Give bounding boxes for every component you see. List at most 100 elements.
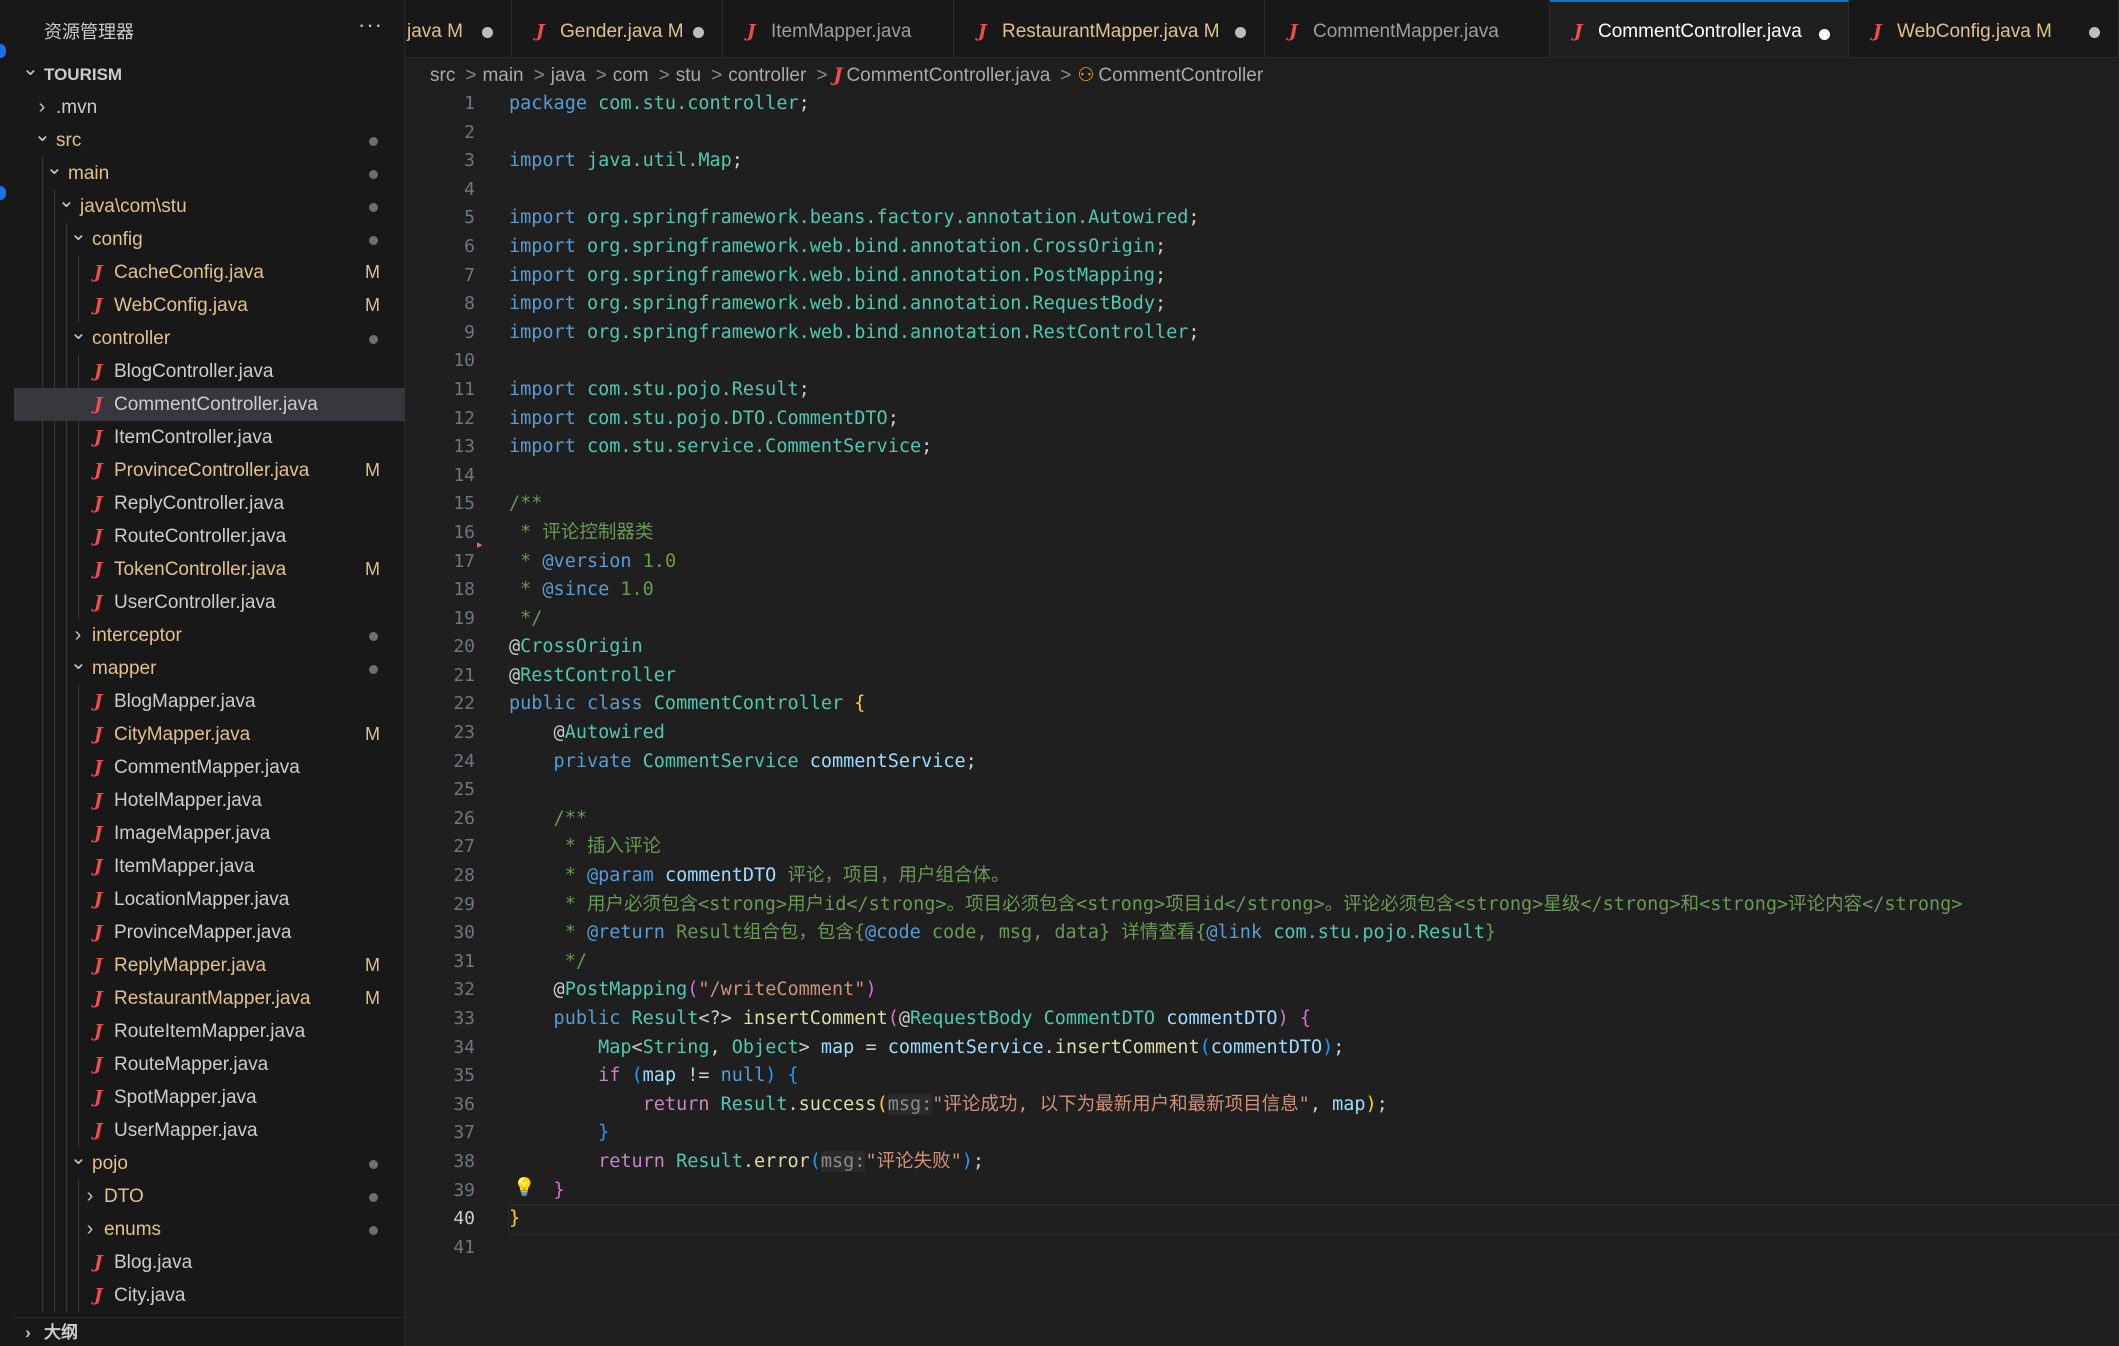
code-line[interactable]: import org.springframework.web.bind.anno…: [509, 319, 2109, 348]
code-line[interactable]: @RestController: [509, 662, 2109, 691]
code-line[interactable]: package com.stu.controller;: [509, 90, 2109, 119]
code-line[interactable]: @PostMapping("/writeComment"): [509, 976, 2109, 1005]
code-line[interactable]: public class CommentController {: [509, 690, 2109, 719]
code-line[interactable]: */: [509, 948, 2109, 977]
code-line[interactable]: import org.springframework.beans.factory…: [509, 204, 2109, 233]
unsaved-dot-icon[interactable]: [2089, 27, 2100, 38]
code-editor[interactable]: 1 2 3 4 5 6 7 8 9 10 11 12 13 14 15 16 17 18 19 20 21 22 23 24 2…: [405, 90, 2119, 1346]
unsaved-dot-icon[interactable]: [482, 27, 493, 38]
code-line[interactable]: import org.springframework.web.bind.anno…: [509, 290, 2109, 319]
breadcrumb-file[interactable]: CommentController.java: [846, 65, 1050, 86]
code-line[interactable]: * @since 1.0: [509, 576, 2109, 605]
tab-gender-java[interactable]: J Gender.java M: [512, 0, 723, 57]
folder-item[interactable]: › enums: [14, 1213, 405, 1246]
breadcrumb-item[interactable]: com: [613, 65, 649, 86]
breadcrumb-item[interactable]: java: [551, 65, 586, 86]
code-line[interactable]: [509, 176, 2109, 205]
file-item[interactable]: J City.java: [14, 1279, 405, 1312]
file-item[interactable]: J ProvinceController.java M: [14, 454, 405, 487]
folder-item[interactable]: ⌄ mapper: [14, 652, 405, 685]
code-line[interactable]: import com.stu.pojo.Result;: [509, 376, 2109, 405]
tab-webconfig-java[interactable]: J WebConfig.java M: [1849, 0, 2119, 57]
file-item[interactable]: J RouteItemMapper.java: [14, 1015, 405, 1048]
file-item[interactable]: J BlogController.java: [14, 355, 405, 388]
code-line[interactable]: [509, 776, 2109, 805]
tab-commentmapper-java[interactable]: J CommentMapper.java: [1265, 0, 1550, 57]
unsaved-dot-icon[interactable]: [1819, 29, 1830, 40]
code-line[interactable]: public Result<?> insertComment(@RequestB…: [509, 1005, 2109, 1034]
folder-item[interactable]: ⌄ config: [14, 223, 405, 256]
folder-item[interactable]: ⌄ controller: [14, 322, 405, 355]
tab-java[interactable]: java M: [405, 0, 512, 57]
tab-commentcontroller-java[interactable]: J CommentController.java: [1550, 0, 1849, 57]
unsaved-dot-icon[interactable]: [693, 27, 704, 38]
file-item[interactable]: J ReplyController.java: [14, 487, 405, 520]
unsaved-dot-icon[interactable]: [1235, 27, 1246, 38]
file-item[interactable]: J ItemMapper.java: [14, 850, 405, 883]
file-item[interactable]: J CacheConfig.java M: [14, 256, 405, 289]
lightbulb-icon[interactable]: 💡: [513, 1177, 535, 1198]
file-item[interactable]: J ProvinceMapper.java: [14, 916, 405, 949]
code-line[interactable]: */: [509, 605, 2109, 634]
more-actions-icon[interactable]: ···: [358, 12, 383, 38]
code-line[interactable]: /**: [509, 805, 2109, 834]
breadcrumb-symbol[interactable]: CommentController: [1098, 65, 1263, 86]
code-line[interactable]: [509, 1234, 2109, 1263]
code-line[interactable]: * 评论控制器类: [509, 519, 2109, 548]
code-line[interactable]: import org.springframework.web.bind.anno…: [509, 233, 2109, 262]
code-line[interactable]: import com.stu.service.CommentService;: [509, 433, 2109, 462]
code-line[interactable]: import java.util.Map;: [509, 147, 2109, 176]
code-line[interactable]: [509, 347, 2109, 376]
file-item[interactable]: J CommentMapper.java: [14, 751, 405, 784]
code-line[interactable]: import com.stu.pojo.DTO.CommentDTO;: [509, 405, 2109, 434]
code-line[interactable]: return Result.error(msg:"评论失败");: [509, 1148, 2109, 1177]
file-item[interactable]: J BlogMapper.java: [14, 685, 405, 718]
code-line[interactable]: [509, 462, 2109, 491]
code-line[interactable]: /**: [509, 490, 2109, 519]
file-item[interactable]: J TokenController.java M: [14, 553, 405, 586]
tab-restaurantmapper-java[interactable]: J RestaurantMapper.java M: [954, 0, 1265, 57]
code-line[interactable]: * 用户必须包含<strong>用户id</strong>。项目必须包含<str…: [509, 891, 2109, 920]
outline-section[interactable]: › 大纲: [14, 1317, 405, 1346]
code-line[interactable]: }: [509, 1177, 2109, 1206]
file-item[interactable]: J Blog.java: [14, 1246, 405, 1279]
folder-item[interactable]: ⌄ src: [14, 124, 405, 157]
code-line[interactable]: }: [509, 1119, 2109, 1148]
file-item[interactable]: J ImageMapper.java: [14, 817, 405, 850]
code-line[interactable]: @CrossOrigin: [509, 633, 2109, 662]
breadcrumb-item[interactable]: stu: [676, 65, 701, 86]
folder-item[interactable]: › DTO: [14, 1180, 405, 1213]
file-item[interactable]: J RouteMapper.java: [14, 1048, 405, 1081]
file-item[interactable]: J UserController.java: [14, 586, 405, 619]
code-line[interactable]: if (map != null) {: [509, 1062, 2109, 1091]
code-line[interactable]: Map<String, Object> map = commentService…: [509, 1034, 2109, 1063]
tab-itemmapper-java[interactable]: J ItemMapper.java: [723, 0, 954, 57]
file-item[interactable]: J LocationMapper.java: [14, 883, 405, 916]
file-item[interactable]: J CommentController.java: [14, 388, 405, 421]
code-line[interactable]: * 插入评论: [509, 833, 2109, 862]
code-area[interactable]: package com.stu.controller; import java.u…: [508, 90, 2119, 1263]
code-line[interactable]: * @param commentDTO 评论，项目，用户组合体。: [509, 862, 2109, 891]
code-line[interactable]: private CommentService commentService;: [509, 748, 2109, 777]
code-line[interactable]: * @return Result组合包，包含{@code code, msg, …: [509, 919, 2109, 948]
breadcrumb-item[interactable]: controller: [728, 65, 806, 86]
folder-item[interactable]: ⌄ pojo: [14, 1147, 405, 1180]
code-line[interactable]: return Result.success(msg:"评论成功, 以下为最新用户…: [509, 1091, 2109, 1120]
file-item[interactable]: J CityMapper.java M: [14, 718, 405, 751]
file-item[interactable]: J ReplyMapper.java M: [14, 949, 405, 982]
file-item[interactable]: J HotelMapper.java: [14, 784, 405, 817]
file-item[interactable]: J SpotMapper.java: [14, 1081, 405, 1114]
file-item[interactable]: J RouteController.java: [14, 520, 405, 553]
breadcrumb-item[interactable]: src: [430, 65, 455, 86]
fold-marker-icon[interactable]: ▸: [477, 538, 483, 551]
file-item[interactable]: J ItemController.java: [14, 421, 405, 454]
folder-item[interactable]: › .mvn: [14, 91, 405, 124]
folder-item[interactable]: ⌄ TOURISM: [14, 58, 405, 91]
file-item[interactable]: J RestaurantMapper.java M: [14, 982, 405, 1015]
code-line[interactable]: }: [508, 1204, 2119, 1235]
breadcrumb-item[interactable]: main: [482, 65, 523, 86]
code-line[interactable]: * @version 1.0: [509, 548, 2109, 577]
code-line[interactable]: @Autowired: [509, 719, 2109, 748]
code-line[interactable]: [509, 119, 2109, 148]
code-line[interactable]: import org.springframework.web.bind.anno…: [509, 262, 2109, 291]
